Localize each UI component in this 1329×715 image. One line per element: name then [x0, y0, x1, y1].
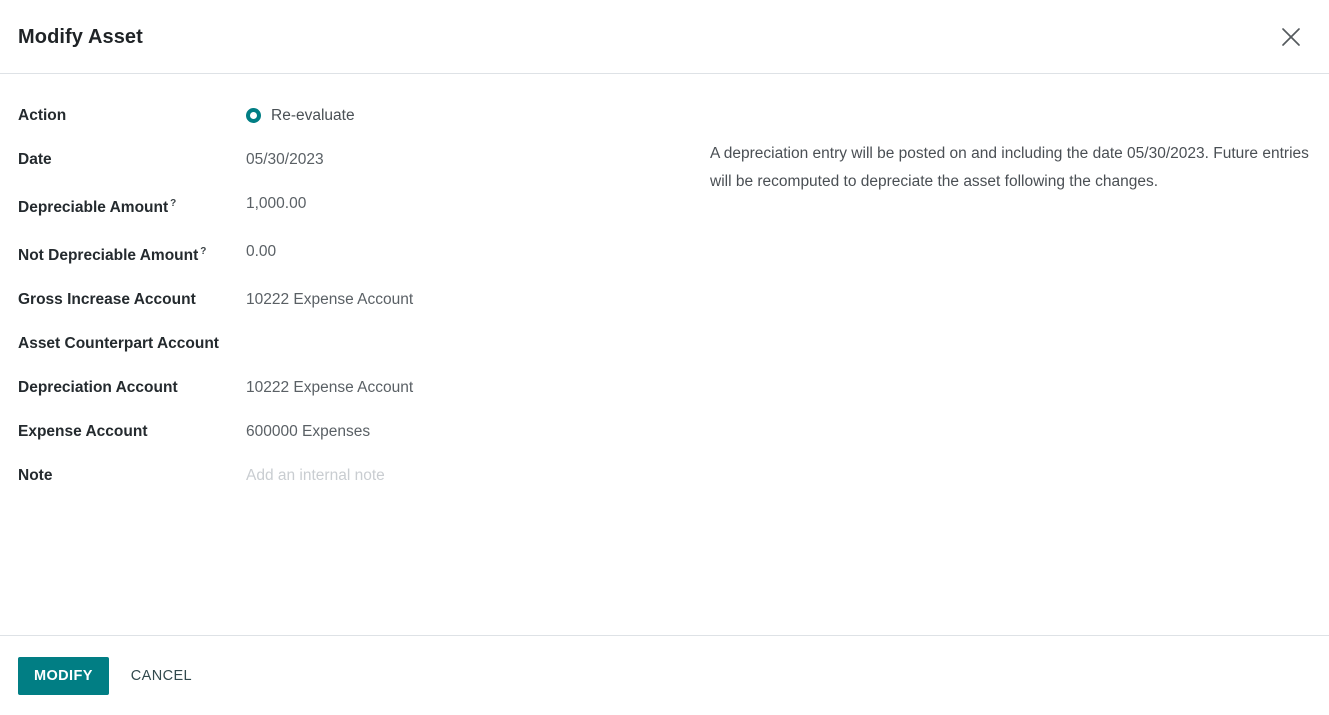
radio-option-label: Re-evaluate	[271, 107, 355, 124]
asset-form: Action Re-evaluate Date 05/30/2023 Depre…	[18, 102, 690, 506]
dialog-body: Action Re-evaluate Date 05/30/2023 Depre…	[0, 74, 1329, 635]
action-radio-group: Re-evaluate	[246, 102, 355, 129]
not-depreciable-amount-field[interactable]: 0.00	[246, 238, 690, 265]
dialog-footer: MODIFY CANCEL	[0, 635, 1329, 715]
form-row-not-depreciable-amount: Not Depreciable Amount? 0.00	[18, 238, 690, 269]
cancel-button[interactable]: CANCEL	[119, 657, 204, 695]
field-label-text: Asset Counterpart Account	[18, 335, 219, 353]
expense-account-field[interactable]: 600000 Expenses	[246, 418, 690, 445]
radio-selected-icon[interactable]	[246, 108, 261, 123]
field-label-depreciable-amount: Depreciable Amount?	[18, 190, 246, 221]
radio-option-re-evaluate[interactable]: Re-evaluate	[246, 102, 355, 129]
field-label-not-depreciable-amount: Not Depreciable Amount?	[18, 238, 246, 269]
form-row-asset-counterpart-account: Asset Counterpart Account	[18, 330, 690, 357]
field-label-gross-increase-account: Gross Increase Account	[18, 286, 246, 313]
field-label-text: Not Depreciable Amount	[18, 247, 199, 265]
depreciation-account-field[interactable]: 10222 Expense Account	[246, 374, 690, 401]
gross-increase-account-field[interactable]: 10222 Expense Account	[246, 286, 690, 313]
form-row-gross-increase-account: Gross Increase Account 10222 Expense Acc…	[18, 286, 690, 313]
field-label-text: Date	[18, 151, 52, 168]
form-row-depreciable-amount: Depreciable Amount? 1,000.00	[18, 190, 690, 221]
field-label-text: Depreciation Account	[18, 379, 178, 397]
page-title: Modify Asset	[18, 25, 143, 48]
field-label-note: Note	[18, 462, 246, 489]
info-panel: A depreciation entry will be posted on a…	[690, 102, 1311, 196]
note-input[interactable]: Add an internal note	[246, 462, 690, 489]
form-row-depreciation-account: Depreciation Account 10222 Expense Accou…	[18, 374, 690, 401]
help-tooltip-icon[interactable]: ?	[200, 246, 206, 257]
field-label-depreciation-account: Depreciation Account	[18, 374, 246, 401]
dialog-header: Modify Asset	[0, 0, 1329, 74]
action-label-text: Action	[18, 107, 67, 124]
modify-asset-dialog: Modify Asset Action Re-evaluate Date 05/…	[0, 0, 1329, 715]
date-field[interactable]: 05/30/2023	[246, 146, 690, 173]
field-label-text: Expense Account	[18, 423, 148, 441]
info-message: A depreciation entry will be posted on a…	[710, 145, 1309, 190]
field-label-action: Action	[18, 102, 246, 129]
field-label-expense-account: Expense Account	[18, 418, 246, 445]
field-label-asset-counterpart-account: Asset Counterpart Account	[18, 330, 246, 357]
field-label-text: Depreciable Amount	[18, 199, 169, 217]
asset-counterpart-account-field[interactable]	[246, 330, 690, 357]
field-label-text: Note	[18, 467, 53, 485]
help-tooltip-icon[interactable]: ?	[170, 198, 176, 209]
form-row-note: Note Add an internal note	[18, 462, 690, 489]
form-row-expense-account: Expense Account 600000 Expenses	[18, 418, 690, 445]
form-row-date: Date 05/30/2023	[18, 146, 690, 173]
close-button[interactable]	[1271, 17, 1311, 57]
modify-button[interactable]: MODIFY	[18, 656, 109, 695]
depreciable-amount-field[interactable]: 1,000.00	[246, 190, 690, 217]
close-icon	[1280, 26, 1302, 48]
form-row-action: Action Re-evaluate	[18, 102, 690, 129]
field-label-text: Gross Increase Account	[18, 291, 196, 309]
field-label-date: Date	[18, 146, 246, 173]
